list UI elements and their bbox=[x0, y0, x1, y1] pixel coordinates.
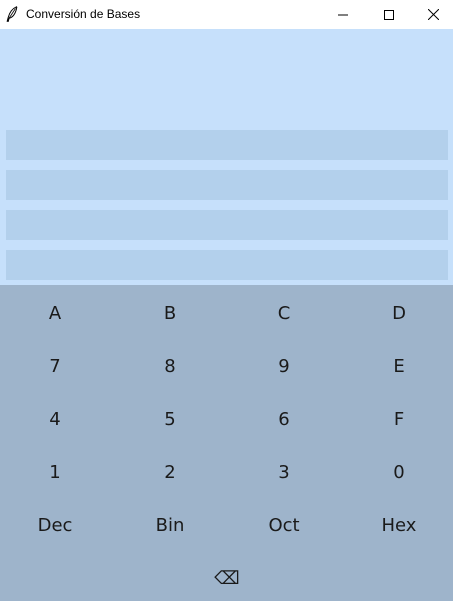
minimize-icon bbox=[337, 14, 348, 15]
close-icon bbox=[428, 9, 439, 20]
key-1[interactable]: 1 bbox=[5, 450, 105, 494]
display-area bbox=[0, 29, 453, 285]
bin-button[interactable]: Bin bbox=[120, 503, 220, 547]
keypad: A B C D 7 8 9 E 4 5 6 F 1 2 3 0 Dec Bin … bbox=[0, 285, 453, 601]
output-field-1[interactable] bbox=[6, 130, 448, 160]
key-e[interactable]: E bbox=[349, 344, 449, 388]
dec-button[interactable]: Dec bbox=[5, 503, 105, 547]
oct-button[interactable]: Oct bbox=[234, 503, 334, 547]
minimize-button[interactable] bbox=[320, 0, 365, 29]
key-5[interactable]: 5 bbox=[120, 397, 220, 441]
key-f[interactable]: F bbox=[349, 397, 449, 441]
key-8[interactable]: 8 bbox=[120, 344, 220, 388]
key-d[interactable]: D bbox=[349, 291, 449, 335]
output-field-2[interactable] bbox=[6, 170, 448, 200]
window-title: Conversión de Bases bbox=[26, 7, 141, 21]
maximize-icon bbox=[383, 9, 394, 20]
output-field-4[interactable] bbox=[6, 250, 448, 280]
title-bar[interactable]: Conversión de Bases bbox=[0, 0, 453, 29]
app-window: Conversión de Bases A B C D 7 8 9 E 4 5 … bbox=[0, 0, 453, 601]
key-7[interactable]: 7 bbox=[5, 344, 105, 388]
key-9[interactable]: 9 bbox=[234, 344, 334, 388]
key-a[interactable]: A bbox=[5, 291, 105, 335]
key-2[interactable]: 2 bbox=[120, 450, 220, 494]
maximize-button[interactable] bbox=[366, 0, 411, 29]
key-c[interactable]: C bbox=[234, 291, 334, 335]
key-0[interactable]: 0 bbox=[349, 450, 449, 494]
backspace-icon: ⌫ bbox=[214, 567, 240, 589]
key-3[interactable]: 3 bbox=[234, 450, 334, 494]
key-6[interactable]: 6 bbox=[234, 397, 334, 441]
output-field-3[interactable] bbox=[6, 210, 448, 240]
key-b[interactable]: B bbox=[120, 291, 220, 335]
feather-icon bbox=[6, 6, 18, 22]
backspace-button[interactable]: ⌫ bbox=[177, 556, 277, 600]
close-button[interactable] bbox=[411, 0, 453, 29]
key-4[interactable]: 4 bbox=[5, 397, 105, 441]
hex-button[interactable]: Hex bbox=[349, 503, 449, 547]
